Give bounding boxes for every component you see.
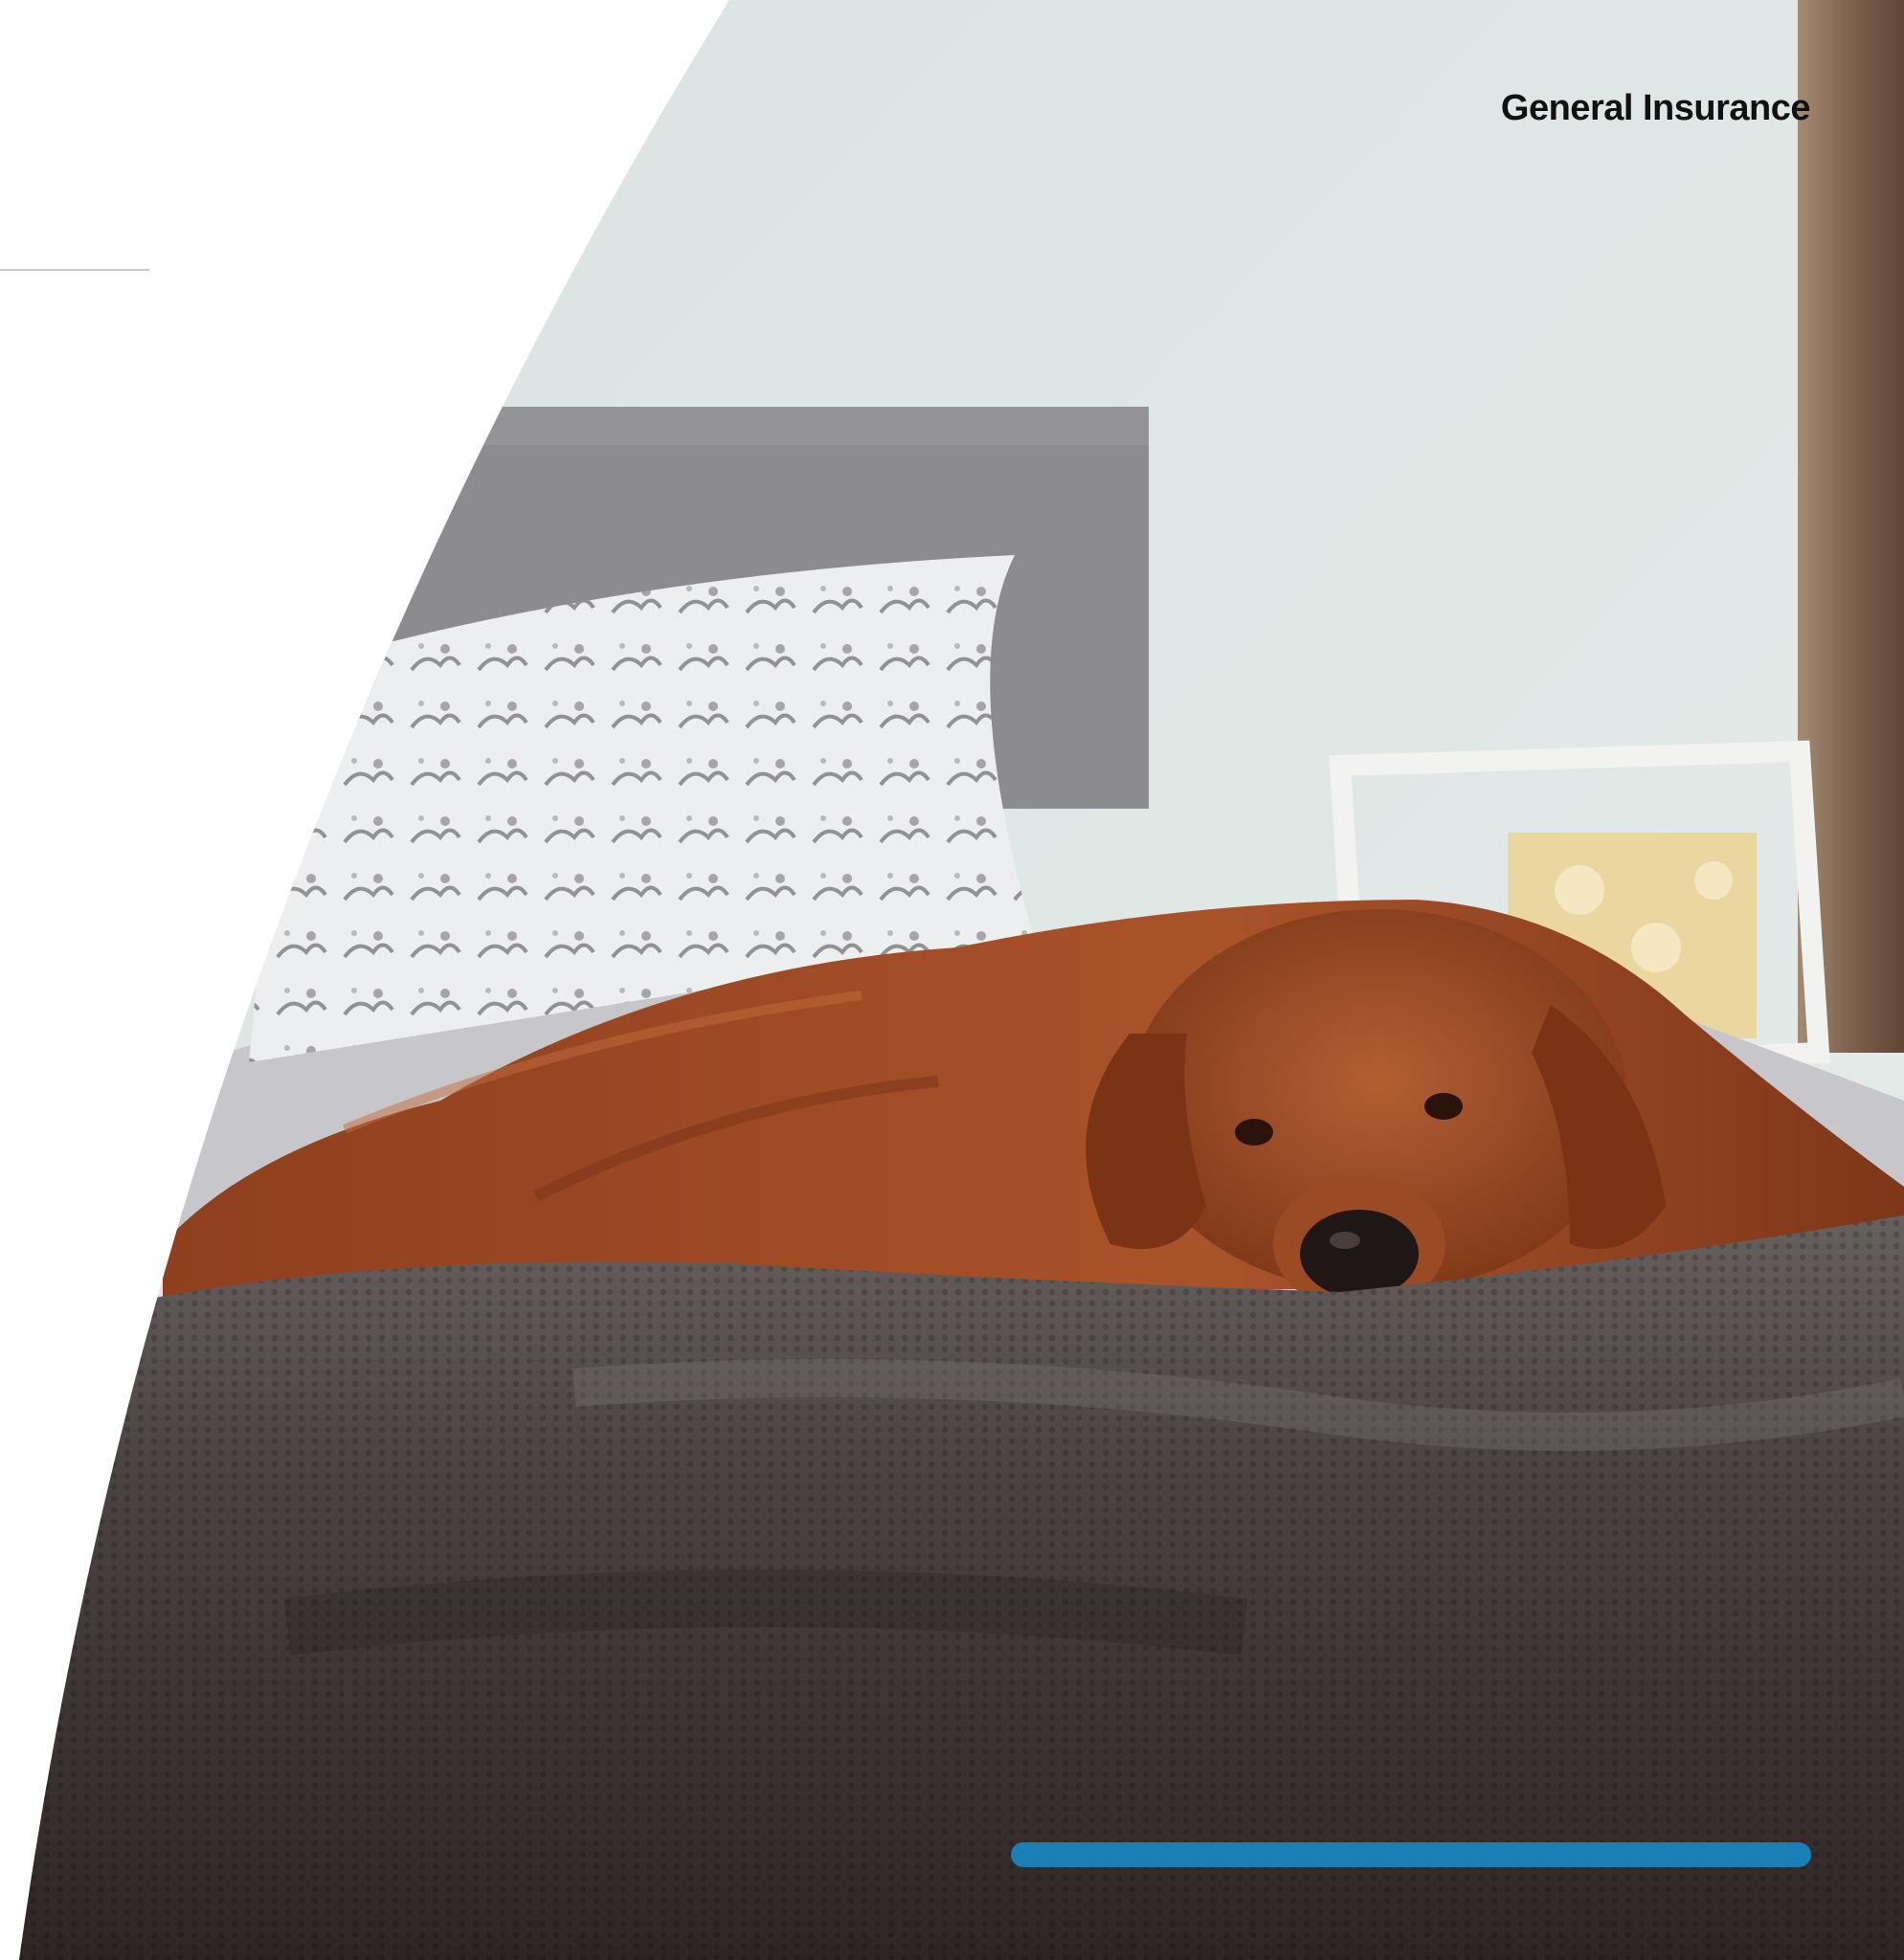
cover-photo <box>19 0 1904 1960</box>
header-label: General Insurance <box>1500 88 1811 128</box>
photo-content <box>19 0 1904 1960</box>
accent-bar <box>1011 1842 1811 1867</box>
brochure-cover-page: General Insurance <box>0 0 1904 1960</box>
divider-line <box>0 269 149 271</box>
